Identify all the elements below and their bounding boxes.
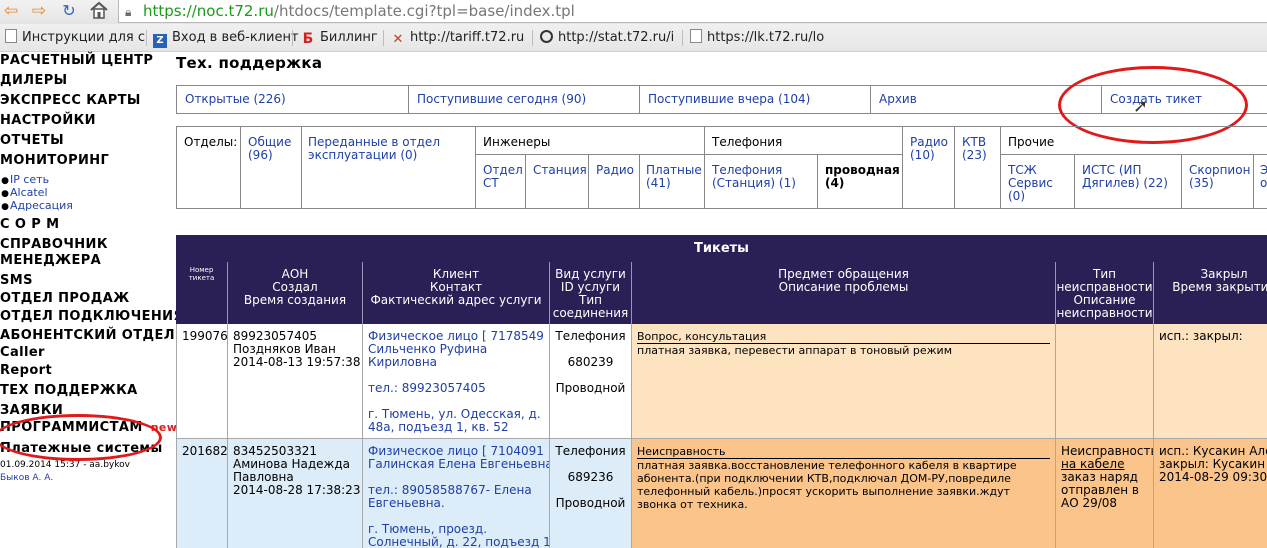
dept-general[interactable]: Общие (96)	[248, 136, 291, 162]
col-header-number: Номер тикета	[176, 262, 228, 324]
col-header-subject: Предмет обращения Описание проблемы	[632, 262, 1056, 324]
billing-icon: Б	[302, 31, 314, 47]
departments-panel: Отделы: Общие (96) Переданные в отдел эксп…	[176, 126, 1267, 209]
document-icon	[690, 29, 702, 43]
tickets-table: Тикеты Номер тикета АОН Создал Время создан…	[176, 235, 1267, 548]
browser-toolbar: ⇦ ⇨ ↻ 🔒︎ https://noc.t72.ru/htdocs/templa…	[0, 0, 1267, 24]
ticket-closed: исп.: закрыл:	[1154, 324, 1267, 439]
reload-icon[interactable]: ↻	[58, 1, 80, 21]
ticket-number[interactable]: 199076	[176, 324, 228, 439]
back-arrow-icon[interactable]: ⇦	[0, 1, 22, 21]
sidebar-item-report[interactable]: Report	[0, 362, 52, 380]
bookmark-separator	[383, 30, 384, 46]
url-host: https://noc.t72.ru	[143, 2, 274, 20]
home-icon[interactable]	[88, 1, 110, 21]
sidebar-item-manager[interactable]: МЕНЕДЖЕРА	[0, 252, 101, 270]
sidebar-item-tech-support[interactable]: ТЕХ ПОДДЕРЖКА	[0, 382, 138, 400]
sidebar-item-billing-center[interactable]: РАСЧЕТНЫЙ ЦЕНТР	[0, 52, 153, 70]
ticket-fault: Неисправность на кабеле заказ наряд отпр…	[1056, 439, 1154, 548]
ticket-aon: 89923057405 Поздняков Иван 2014-08-13 19…	[228, 324, 363, 439]
bullet-icon: ●	[1, 202, 9, 212]
document-icon	[5, 29, 17, 43]
sidebar-item-dealers[interactable]: ДИЛЕРЫ	[0, 72, 68, 90]
mouse-cursor-icon: ➚	[1133, 96, 1149, 117]
bookmark-billing[interactable]: Б Биллинг	[301, 29, 378, 47]
dept-engineers-header: Инженеры	[483, 135, 551, 149]
col-header-fault: Тип неисправности Описание неисправности	[1056, 262, 1154, 324]
table-row[interactable]: 199076 89923057405 Поздняков Иван 2014-0…	[176, 324, 1267, 439]
sidebar-item-connection[interactable]: ОТДЕЛ ПОДКЛЮЧЕНИЯ	[0, 308, 184, 326]
bookmark-stat[interactable]: http://stat.t72.ru/i	[540, 29, 674, 47]
dept-ktv[interactable]: КТВ (23)	[962, 136, 987, 162]
ticket-fault	[1056, 324, 1154, 439]
dept-transferred[interactable]: Переданные в отдел эксплуатации (0)	[308, 136, 440, 162]
dept-engineers-station[interactable]: Станция	[533, 164, 587, 177]
dept-other-ists[interactable]: ИСТС (ИП Дягилев) (22)	[1082, 164, 1168, 190]
dept-other-tszh[interactable]: ТСЖ Сервис (0)	[1008, 164, 1053, 203]
session-info: 01.09.2014 15:37 - aa.bykov	[0, 460, 130, 470]
col-header-aon: АОН Создал Время создания	[228, 262, 363, 324]
tab-open[interactable]: Открытые (226)	[177, 86, 409, 113]
sidebar-item-caller[interactable]: Caller	[0, 344, 45, 362]
col-header-service: Вид услуги ID услуги Тип соединения	[550, 262, 632, 324]
bookmark-lk[interactable]: https://lk.t72.ru/lo	[690, 29, 824, 47]
x-icon: ✕	[392, 32, 404, 47]
dept-telephony-station[interactable]: Телефония (Станция) (1)	[712, 164, 796, 190]
bookmark-webclient[interactable]: Z Вход в веб-клиент	[153, 29, 299, 48]
dept-other-header: Прочие	[1008, 135, 1055, 149]
sidebar-item-monitoring[interactable]: МОНИТОРИНГ	[0, 152, 109, 170]
bookmark-separator	[532, 30, 533, 46]
sidebar-item-sms[interactable]: SMS	[0, 272, 33, 290]
tab-today[interactable]: Поступившие сегодня (90)	[409, 86, 640, 113]
dept-engineers-paid[interactable]: Платные (41)	[646, 164, 702, 190]
ticket-service: Телефония 689236 Проводной	[550, 439, 632, 548]
col-header-client: Клиент Контакт Фактический адрес услуги	[363, 262, 550, 324]
sidebar-subitem-addressing[interactable]: ●Адресация	[0, 199, 73, 214]
sidebar-item-sorm[interactable]: С О Р М	[0, 216, 59, 234]
sidebar-item-sales[interactable]: ОТДЕЛ ПРОДАЖ	[0, 290, 130, 308]
ticket-client[interactable]: Физическое лицо [ 7104091 ] Галинская Ел…	[363, 439, 550, 548]
tab-yesterday[interactable]: Поступившие вчера (104)	[640, 86, 871, 113]
bookmark-separator	[146, 30, 147, 46]
col-header-closed: Закрыл Время закрытия	[1172, 267, 1267, 294]
ticket-aon: 83452503321 Аминова Надежда Павловна 201…	[228, 439, 363, 548]
bookmark-tariff[interactable]: ✕ http://tariff.t72.ru	[391, 29, 525, 47]
annotation-circle	[0, 414, 162, 461]
tickets-header-row: Номер тикета АОН Создал Время создания Клие…	[176, 262, 1267, 324]
dept-radio[interactable]: Радио (10)	[910, 136, 948, 162]
ticket-subject[interactable]: Вопрос, консультация платная заявка, пер…	[632, 324, 1056, 439]
current-user[interactable]: Быков А. А.	[0, 473, 53, 483]
sidebar-item-subscriber[interactable]: АБОНЕНТСКИЙ ОТДЕЛ	[0, 327, 175, 345]
sidebar-item-settings[interactable]: НАСТРОЙКИ	[0, 112, 96, 130]
ticket-client[interactable]: Физическое лицо [ 7178549 ] Сильченко Ру…	[363, 324, 550, 439]
tickets-title: Тикеты	[176, 235, 1267, 262]
bookmark-separator	[682, 30, 683, 46]
sidebar-item-reports[interactable]: ОТЧЕТЫ	[0, 132, 64, 150]
departments-label: Отделы:	[184, 135, 238, 149]
bookmark-separator	[292, 30, 293, 46]
dept-other-more[interactable]: Эо	[1260, 164, 1267, 190]
sidebar-item-express-cards[interactable]: ЭКСПРЕСС КАРТЫ	[0, 92, 141, 110]
address-bar[interactable]: 🔒︎ https://noc.t72.ru/htdocs/template.cgi…	[118, 0, 1267, 23]
page-title: Тех. поддержка	[176, 54, 323, 72]
gauge-icon	[540, 30, 553, 43]
dept-telephony-header: Телефония	[712, 135, 783, 149]
ticket-service: Телефония 680239 Проводной	[550, 324, 632, 439]
dept-engineers-st[interactable]: Отдел СТ	[483, 164, 523, 190]
bookmarks-bar: Инструкции для с Z Вход в веб-клиент Б Бил…	[0, 24, 1267, 52]
forward-arrow-icon[interactable]: ⇨	[28, 1, 50, 21]
bookmark-instructions[interactable]: Инструкции для с	[5, 29, 145, 47]
ticket-subject[interactable]: Неисправность платная заявка.восстановле…	[632, 439, 1056, 548]
dept-other-scorpion[interactable]: Скорпион (35)	[1189, 164, 1250, 190]
lock-icon: 🔒︎	[125, 5, 132, 19]
dept-telephony-wired[interactable]: проводная (4)	[825, 164, 900, 190]
table-row[interactable]: 201682 83452503321 Аминова Надежда Павло…	[176, 439, 1267, 548]
zimbra-icon: Z	[153, 34, 167, 48]
url-path: /htdocs/template.cgi?tpl=base/index.tpl	[273, 2, 575, 20]
ticket-closed: исп.: Кусакин Але закрыл: Кусакин А 2014…	[1154, 439, 1267, 548]
ticket-number[interactable]: 201682	[176, 439, 228, 548]
dept-engineers-radio[interactable]: Радио	[596, 164, 634, 177]
